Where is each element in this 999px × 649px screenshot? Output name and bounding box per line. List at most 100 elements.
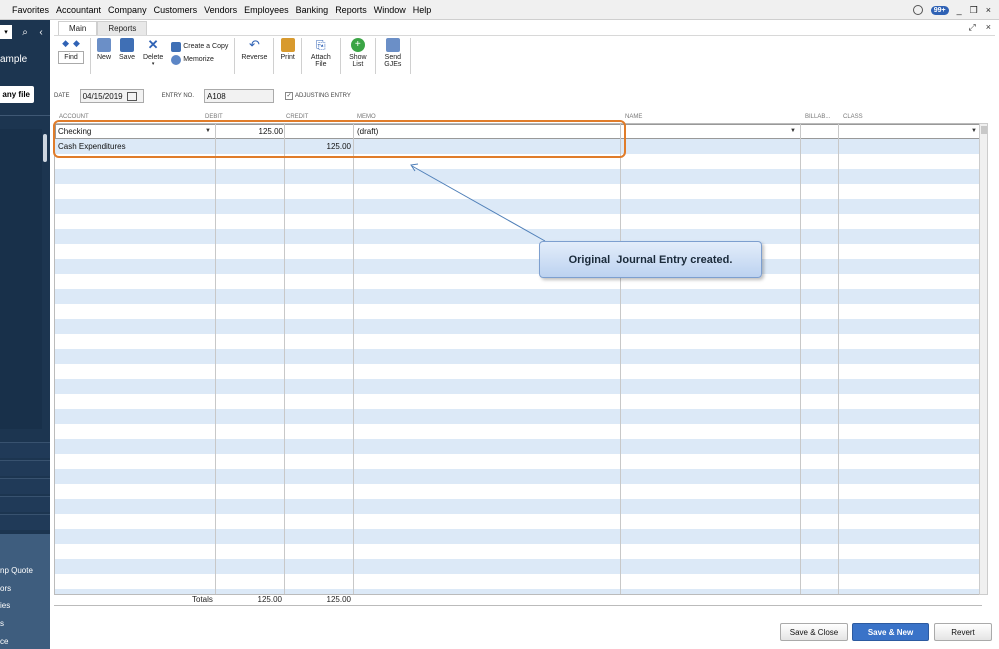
notification-badge[interactable]: 99+ <box>930 5 949 15</box>
search-icon[interactable]: ⌕ <box>18 27 32 38</box>
copy-icon <box>171 41 182 52</box>
form-header: DATE 04/15/2019 ENTRY NO. A108 ✓ ADJUSTI… <box>54 88 351 104</box>
sidebar-shortcuts: np Quote ors ies s ce <box>0 534 50 649</box>
entry-no-value: A108 <box>207 91 226 101</box>
save-new-button[interactable]: Save & New <box>852 623 929 641</box>
reverse-button[interactable]: ↶ Reverse <box>237 36 271 62</box>
grid-stripe <box>55 259 981 274</box>
grid-stripe <box>55 364 981 379</box>
menu-favorites[interactable]: Favorites <box>9 5 53 15</box>
menu-window[interactable]: Window <box>371 5 410 15</box>
sidebar-row[interactable] <box>0 496 50 512</box>
entry-no-label: ENTRY NO. <box>161 93 195 99</box>
chevron-down-icon[interactable]: ▼ <box>971 128 977 134</box>
new-button[interactable]: New <box>93 36 115 61</box>
sidebar-scrollbar[interactable] <box>43 134 47 162</box>
grid-stripe <box>55 199 981 214</box>
new-document-icon <box>97 38 111 52</box>
new-label: New <box>97 54 112 61</box>
create-copy-button[interactable]: Create a Copy <box>171 40 228 53</box>
entry-no-field[interactable]: A108 <box>204 89 275 103</box>
sidebar-row[interactable] <box>0 442 50 458</box>
cell-name[interactable] <box>623 124 799 139</box>
scrollbar-thumb[interactable] <box>981 126 987 134</box>
totals-row: Totals 125.00 125.00 <box>54 595 982 606</box>
sidebar-link[interactable]: ce <box>0 637 8 646</box>
sidebar-row[interactable] <box>0 478 50 494</box>
printer-icon <box>280 38 295 52</box>
sidebar-link[interactable]: ors <box>0 584 11 593</box>
cell-class[interactable] <box>841 124 971 139</box>
cell-class[interactable] <box>841 139 971 154</box>
save-close-button[interactable]: Save & Close <box>780 623 848 641</box>
total-debit: 125.00 <box>257 595 282 604</box>
sidebar-row[interactable] <box>0 514 50 530</box>
menu-employees[interactable]: Employees <box>241 5 293 15</box>
date-label: DATE <box>54 93 70 99</box>
date-field[interactable]: 04/15/2019 <box>79 89 144 103</box>
calendar-icon[interactable] <box>126 91 137 101</box>
memorize-button[interactable]: Memorize <box>171 53 214 66</box>
sidebar-search-bar: ▾ ⌕ ‹ <box>0 23 50 41</box>
reminders-clock-icon[interactable] <box>912 5 923 15</box>
cell-name[interactable] <box>623 139 799 154</box>
revert-button[interactable]: Revert <box>934 623 992 641</box>
col-class[interactable]: CLASS <box>843 114 863 120</box>
reverse-arrow-icon: ↶ <box>248 37 260 52</box>
print-button[interactable]: Print <box>276 36 298 61</box>
left-sidebar: ▾ ⌕ ‹ ample any file np Quote ors ies s … <box>0 20 50 649</box>
menu-vendors[interactable]: Vendors <box>201 5 241 15</box>
show-list-button[interactable]: + Show List <box>343 36 373 68</box>
menu-help[interactable]: Help <box>410 5 436 15</box>
sidebar-link[interactable]: np Quote <box>0 566 33 575</box>
toolbar-separator <box>90 38 91 74</box>
adjusting-entry-checkbox[interactable]: ✓ ADJUSTING ENTRY <box>285 92 351 100</box>
memorize-label: Memorize <box>183 56 214 63</box>
close-icon[interactable]: × <box>986 5 991 15</box>
expand-icon[interactable]: ⤢ <box>969 22 976 33</box>
column-divider <box>284 124 285 594</box>
sidebar-row[interactable] <box>0 460 50 476</box>
sidebar-link[interactable]: ies <box>0 601 10 610</box>
grid-scrollbar[interactable] <box>979 123 988 595</box>
col-name[interactable]: NAME <box>625 114 642 120</box>
tab-reports[interactable]: Reports <box>97 21 148 36</box>
menu-company[interactable]: Company <box>105 5 151 15</box>
find-button[interactable]: Find <box>58 51 84 64</box>
menu-banking[interactable]: Banking <box>293 5 333 15</box>
sidebar-link[interactable]: s <box>0 619 4 628</box>
company-file-button[interactable]: any file <box>0 86 34 103</box>
footer-buttons: Save & Close Save & New Revert <box>50 623 999 643</box>
chevron-left-icon[interactable]: ‹ <box>36 27 46 38</box>
chevron-down-icon[interactable]: ▾ <box>0 25 12 39</box>
arrow-right-icon[interactable]: ◆ <box>73 38 80 49</box>
tab-main[interactable]: Main <box>58 21 98 36</box>
chevron-down-icon[interactable]: ▼ <box>790 128 796 134</box>
col-billable[interactable]: BILLAB... <box>805 114 830 120</box>
close-window-icon[interactable]: × <box>986 22 991 33</box>
arrow-left-icon[interactable]: ◆ <box>62 38 69 49</box>
totals-label: Totals <box>192 595 213 604</box>
menu-accountant[interactable]: Accountant <box>53 5 105 15</box>
save-button[interactable]: Save <box>115 36 139 61</box>
toolbar: ◆ ◆ Find New Save ✕ Delete ▾ Create a Co… <box>54 35 995 75</box>
menu-customers[interactable]: Customers <box>151 5 202 15</box>
save-label: Save <box>119 54 135 61</box>
save-disk-icon <box>120 38 134 52</box>
toolbar-separator <box>234 38 236 74</box>
attach-file-button[interactable]: ⎘ Attach File <box>304 36 338 68</box>
menu-reports[interactable]: Reports <box>332 5 371 15</box>
cell-billable[interactable] <box>803 139 837 154</box>
reverse-label: Reverse <box>241 54 268 61</box>
cell-billable[interactable] <box>803 124 837 139</box>
date-value: 04/15/2019 <box>82 91 123 101</box>
send-gjes-button[interactable]: Send GJEs <box>378 36 408 68</box>
copy-memorize-group: Create a Copy Memorize <box>167 36 232 66</box>
toolbar-separator <box>339 38 341 74</box>
grid-stripe <box>55 169 981 184</box>
grid-stripe <box>55 379 981 394</box>
grid-stripe <box>55 409 981 424</box>
restore-icon[interactable]: ❒ <box>970 5 978 16</box>
delete-button[interactable]: ✕ Delete ▾ <box>139 36 167 68</box>
minimize-icon[interactable]: _ <box>957 5 962 15</box>
